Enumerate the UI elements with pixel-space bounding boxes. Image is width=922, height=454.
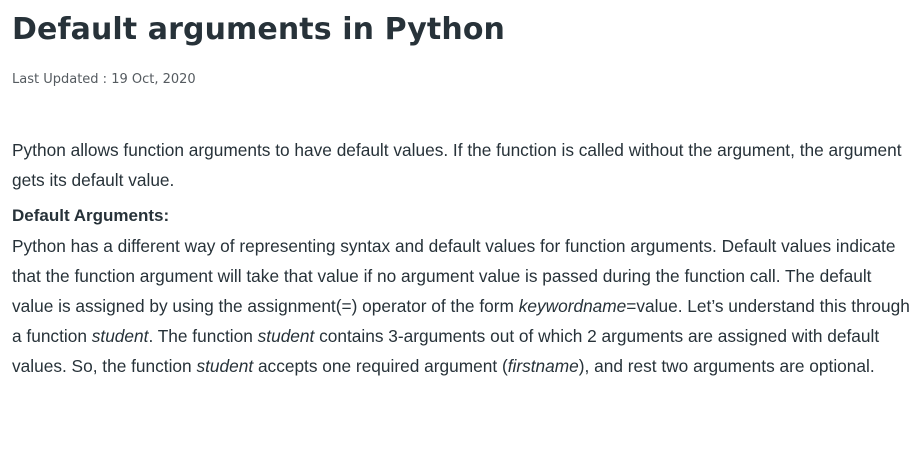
student-term: student (257, 326, 315, 346)
last-updated-date: Last Updated : 19 Oct, 2020 (12, 72, 196, 87)
keywordname-term: keywordname (518, 296, 627, 316)
student-term: student (196, 356, 254, 376)
body-paragraph: Python has a different way of representi… (12, 231, 910, 381)
body-text-3: . The function (148, 326, 258, 346)
article: Default arguments in Python Last Updated… (0, 0, 922, 381)
intro-paragraph: Python allows function arguments to have… (12, 140, 902, 190)
body-text-6: ), and rest two arguments are optional. (578, 356, 875, 376)
firstname-term: firstname (507, 356, 579, 376)
section-heading: Default Arguments: (12, 206, 170, 225)
body-text-5: accepts one required argument ( (253, 356, 508, 376)
student-term: student (91, 326, 149, 346)
page-title: Default arguments in Python (12, 12, 505, 47)
